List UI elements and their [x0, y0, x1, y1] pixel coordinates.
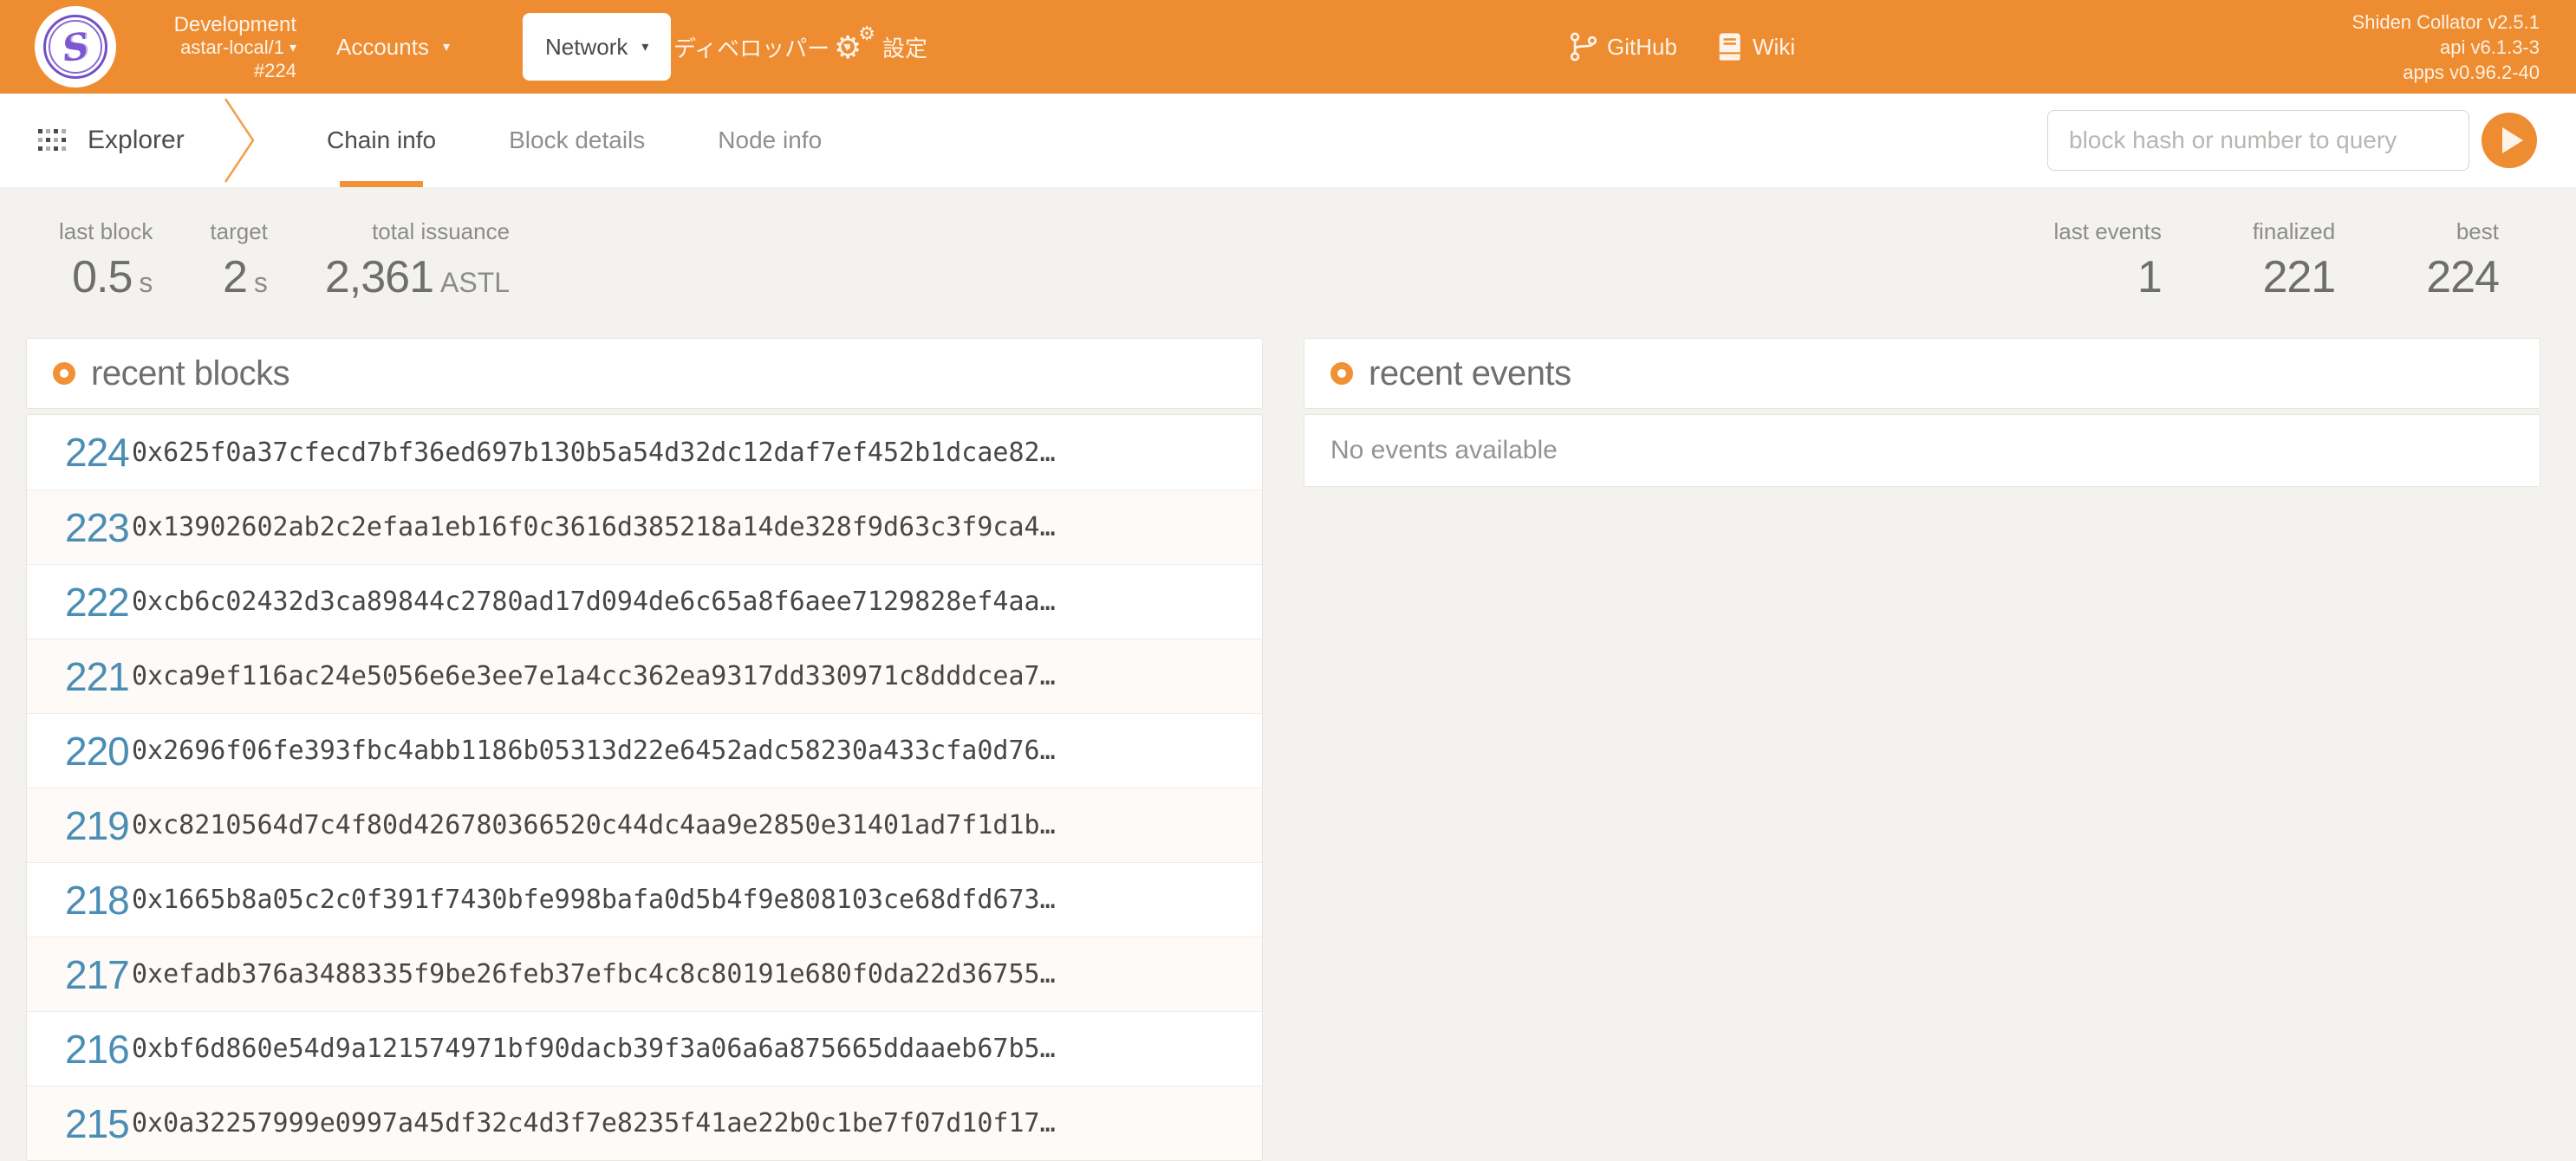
- block-row: 223 0x13902602ab2c2efaa1eb16f0c3616d3852…: [27, 490, 1262, 564]
- recent-events-header: recent events: [1304, 338, 2540, 409]
- block-number-link[interactable]: 216: [27, 1026, 130, 1073]
- block-row: 222 0xcb6c02432d3ca89844c2780ad17d094de6…: [27, 564, 1262, 639]
- block-row: 218 0x1665b8a05c2c0f391f7430bfe998bafa0d…: [27, 862, 1262, 937]
- book-icon: [1714, 30, 1744, 63]
- block-number-link[interactable]: 217: [27, 951, 130, 998]
- explorer-toolbar: Explorer Chain info Block details Node i…: [0, 94, 2576, 187]
- block-hash: 0x13902602ab2c2efaa1eb16f0c3616d385218a1…: [132, 512, 1056, 542]
- gears-icon: ⚙ ⚙: [834, 23, 875, 66]
- api-version: api v6.1.3-3: [2440, 36, 2540, 58]
- block-row: 220 0x2696f06fe393fbc4abb1186b05313d22e6…: [27, 713, 1262, 788]
- chevron-down-icon: ▾: [289, 41, 296, 55]
- menu-developer[interactable]: ディベロッパー ▾: [673, 0, 850, 94]
- grid-icon: [37, 127, 68, 153]
- block-number-link[interactable]: 223: [27, 504, 130, 551]
- chain-name: Development: [173, 13, 296, 36]
- stat-target: target 2s: [210, 218, 268, 302]
- block-hash: 0xcb6c02432d3ca89844c2780ad17d094de6c65a…: [132, 587, 1056, 617]
- recent-events-title: recent events: [1369, 353, 1571, 392]
- block-hash: 0xca9ef116ac24e5056e6e3ee7e1a4cc362ea931…: [132, 661, 1056, 691]
- search-submit-button[interactable]: [2482, 113, 2537, 168]
- block-row: 224 0x625f0a37cfecd7bf36ed697b130b5a54d3…: [27, 415, 1262, 490]
- link-wiki[interactable]: Wiki: [1714, 0, 1795, 94]
- block-row: 217 0xefadb376a3488335f9be26feb37efbc4c8…: [27, 937, 1262, 1011]
- stat-last-events: last events 1: [2053, 218, 2163, 302]
- block-search: [2047, 94, 2537, 187]
- tab-list: Chain info Block details Node info: [327, 94, 822, 187]
- stat-finalized: finalized 221: [2252, 218, 2336, 302]
- menu-network[interactable]: Network ▾: [523, 13, 672, 81]
- bullet-dot-icon: [53, 362, 75, 385]
- recent-blocks-title: recent blocks: [91, 353, 290, 392]
- chain-best-block: #224: [254, 60, 296, 81]
- shiden-s-icon: S: [59, 23, 92, 70]
- chain-stats-right: last events 1 finalized 221 best 224: [2053, 218, 2500, 303]
- app-title: Explorer: [88, 126, 185, 154]
- block-number-link[interactable]: 219: [27, 802, 130, 849]
- version-info: Shiden Collator v2.5.1 api v6.1.3-3 apps…: [2352, 10, 2540, 85]
- app-header: S Development astar-local/1 ▾ #224 Accoun…: [0, 0, 2576, 94]
- search-input[interactable]: [2047, 110, 2469, 171]
- block-hash: 0x1665b8a05c2c0f391f7430bfe998bafa0d5b4f…: [132, 885, 1056, 915]
- app-switcher[interactable]: Explorer: [37, 94, 185, 187]
- git-branch-icon: [1569, 30, 1598, 63]
- logo-ring: S: [43, 15, 107, 79]
- block-hash: 0x0a32257999e0997a45df32c4d3f7e8235f41ae…: [132, 1108, 1056, 1138]
- menu-settings[interactable]: ⚙ ⚙ 設定: [834, 0, 927, 94]
- menu-accounts[interactable]: Accounts ▾: [336, 0, 450, 94]
- block-number-link[interactable]: 222: [27, 579, 130, 626]
- block-number-link[interactable]: 221: [27, 653, 130, 700]
- block-number-link[interactable]: 224: [27, 429, 130, 476]
- recent-blocks-table: 224 0x625f0a37cfecd7bf36ed697b130b5a54d3…: [26, 414, 1263, 1161]
- tab-node-info[interactable]: Node info: [718, 94, 822, 187]
- block-hash: 0x625f0a37cfecd7bf36ed697b130b5a54d32dc1…: [132, 437, 1056, 468]
- bullet-dot-icon: [1330, 362, 1353, 385]
- block-hash: 0xbf6d860e54d9a121574971bf90dacb39f3a06a…: [132, 1034, 1056, 1064]
- tab-block-details[interactable]: Block details: [509, 94, 645, 187]
- stat-last-block: last block 0.5 s: [59, 218, 153, 302]
- stat-best: best 224: [2426, 218, 2500, 302]
- chevron-down-icon: ▾: [641, 40, 649, 55]
- block-row: 215 0x0a32257999e0997a45df32c4d3f7e8235f…: [27, 1086, 1262, 1160]
- chevron-down-icon: ▾: [442, 40, 450, 55]
- recent-blocks-header: recent blocks: [26, 338, 1263, 409]
- chain-stats: last block 0.5 s target 2s total issuance…: [0, 218, 2576, 322]
- play-icon: [2502, 127, 2523, 153]
- divider-chevron-icon: [222, 94, 258, 187]
- block-row: 219 0xc8210564d7c4f80d426780366520c44dc4…: [27, 788, 1262, 862]
- logo-ring-inner: S: [49, 20, 102, 74]
- block-number-link[interactable]: 218: [27, 877, 130, 924]
- recent-events-table: No events available: [1304, 414, 2540, 487]
- block-number-link[interactable]: 220: [27, 728, 130, 775]
- link-github[interactable]: GitHub: [1569, 0, 1677, 94]
- block-hash: 0x2696f06fe393fbc4abb1186b05313d22e6452a…: [132, 736, 1056, 766]
- block-hash: 0xc8210564d7c4f80d426780366520c44dc4aa9e…: [132, 810, 1056, 840]
- no-events-message: No events available: [1330, 436, 1558, 464]
- tab-chain-info[interactable]: Chain info: [327, 94, 436, 187]
- block-row: 216 0xbf6d860e54d9a121574971bf90dacb39f3…: [27, 1011, 1262, 1086]
- block-row: 221 0xca9ef116ac24e5056e6e3ee7e1a4cc362e…: [27, 639, 1262, 713]
- block-number-link[interactable]: 215: [27, 1100, 130, 1147]
- chain-stats-left: last block 0.5 s target 2s total issuance…: [59, 218, 510, 303]
- chain-selector[interactable]: Development astar-local/1 ▾ #224: [104, 14, 296, 82]
- apps-version: apps v0.96.2-40: [2403, 62, 2540, 83]
- stat-total-issuance: total issuance 2,361 ASTL: [324, 218, 511, 302]
- chain-network: astar-local/1 ▾: [180, 36, 296, 58]
- block-hash: 0xefadb376a3488335f9be26feb37efbc4c8c801…: [132, 959, 1056, 989]
- node-version: Shiden Collator v2.5.1: [2352, 11, 2540, 33]
